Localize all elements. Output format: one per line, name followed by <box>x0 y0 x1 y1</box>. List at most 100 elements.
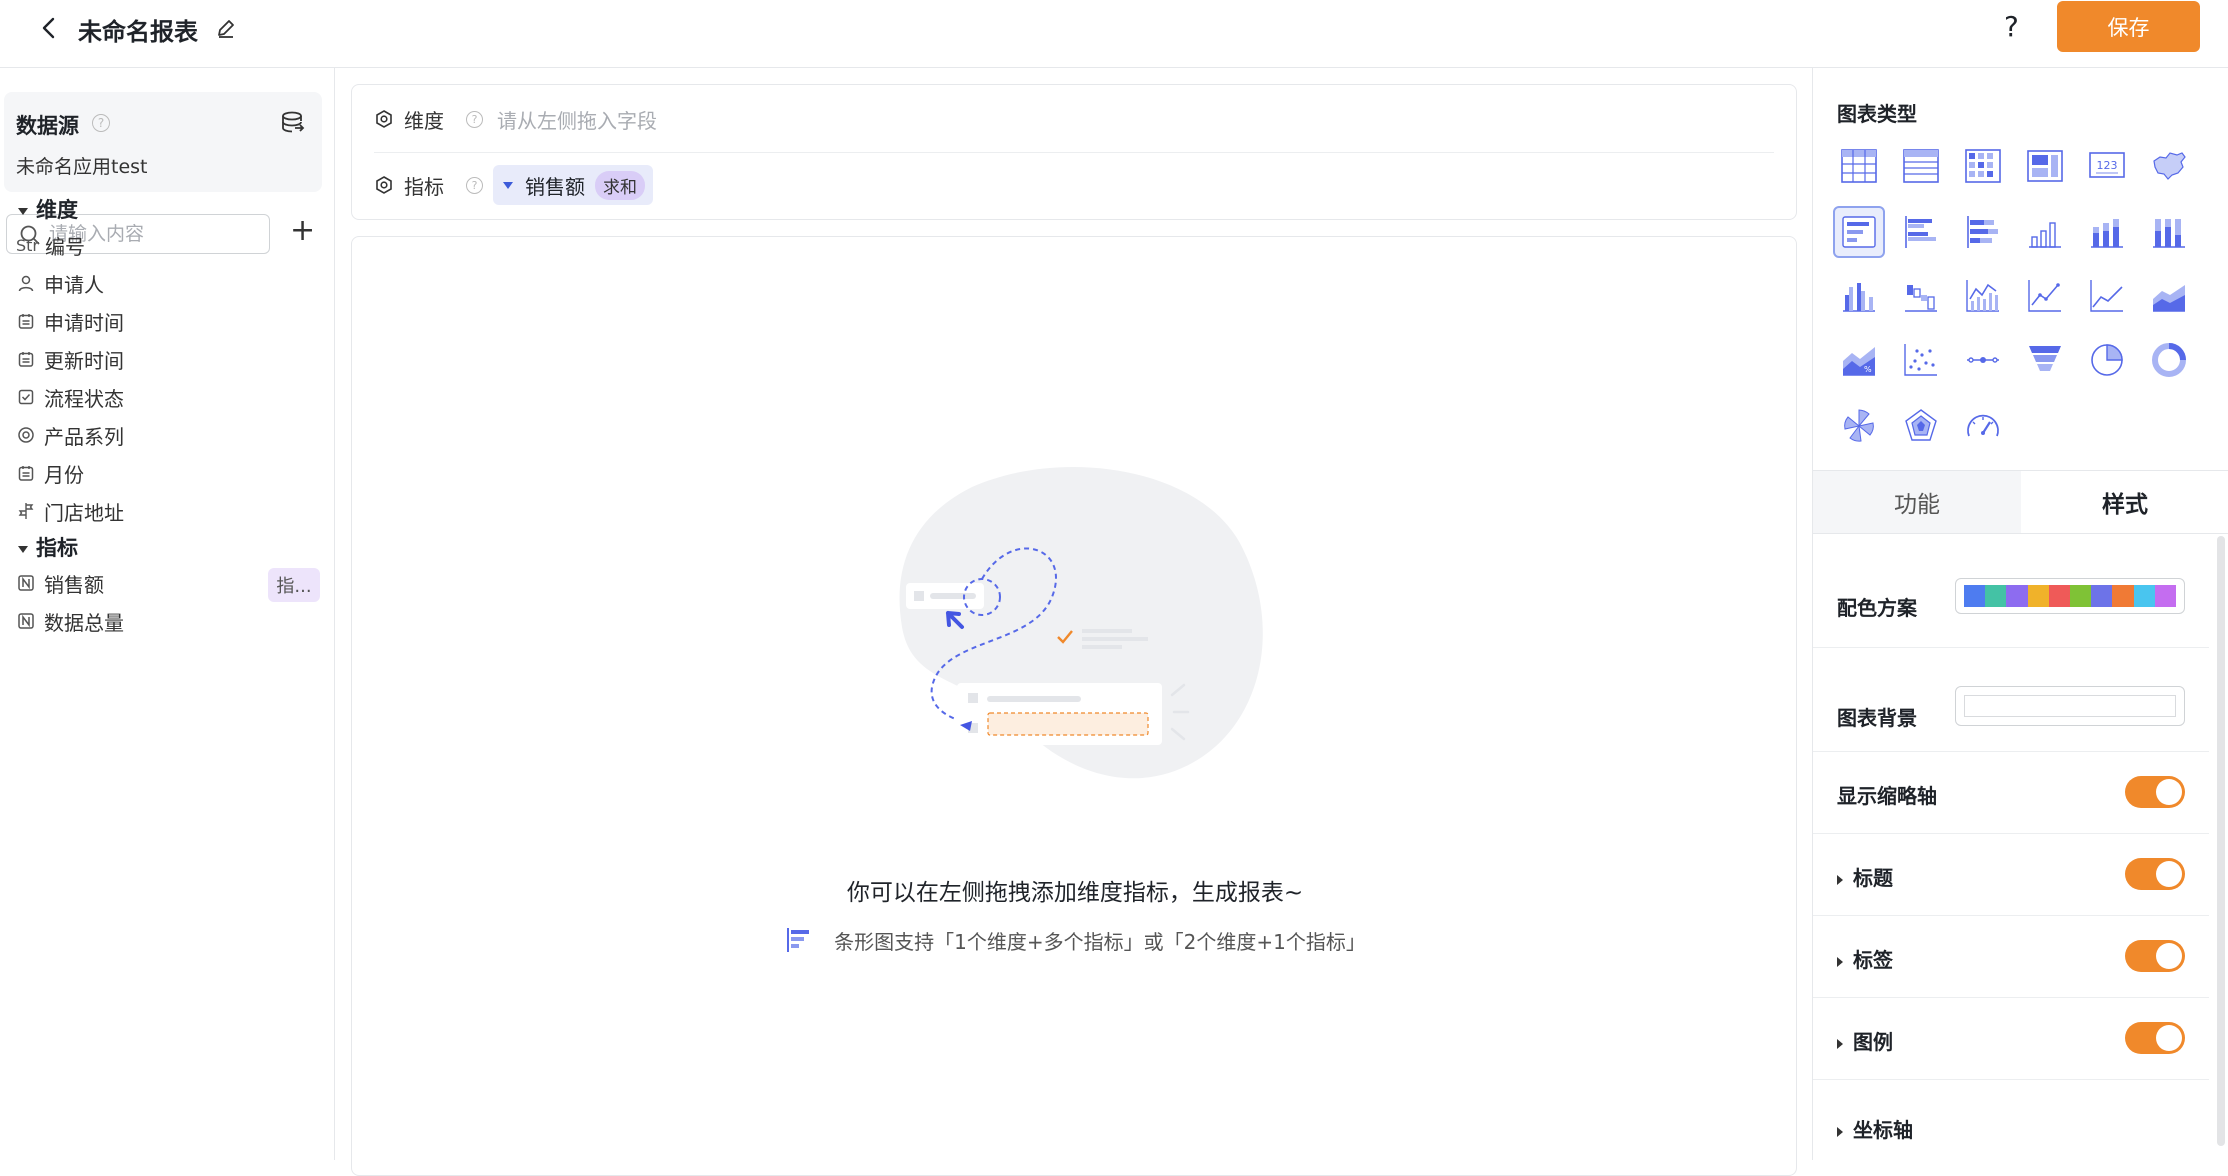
palette-swatch <box>2048 585 2071 607</box>
help-icon[interactable]: ? <box>466 110 483 128</box>
dimension-field-process-status[interactable]: 流程状态 <box>16 382 124 412</box>
dimension-section-header[interactable]: 维度 <box>18 194 78 224</box>
empty-state-text: 你可以在左侧拖拽添加维度指标，生成报表~ <box>846 880 1304 906</box>
metric-drop-row[interactable]: 指标 ? 销售额 求和 <box>374 165 653 205</box>
color-scheme-row: 配色方案 <box>1813 564 2209 648</box>
palette-swatch <box>2027 585 2049 607</box>
chart-type-column-grouped[interactable] <box>1833 270 1885 322</box>
metric-chip-name: 销售额 <box>525 174 585 199</box>
help-icon[interactable]: ? <box>466 176 483 194</box>
axis-row[interactable]: 坐标轴 <box>1813 1080 2209 1160</box>
metric-field-sales[interactable]: 销售额 <box>16 568 104 598</box>
title-section-label: 标题 <box>1837 862 1893 891</box>
waterfall-icon <box>1905 285 1937 312</box>
caret-right-icon <box>1837 1126 1843 1137</box>
thumbnail-axis-toggle[interactable] <box>2125 776 2185 808</box>
chart-type-waterfall[interactable] <box>1895 270 1947 322</box>
tab-style[interactable]: 样式 <box>2021 471 2228 533</box>
dimension-field-store-address[interactable]: 门店地址 <box>16 496 124 526</box>
chart-type-radar[interactable] <box>1895 400 1947 452</box>
color-scheme-label: 配色方案 <box>1837 596 1917 620</box>
add-field-button[interactable]: + <box>290 216 315 246</box>
chart-background-row: 图表背景 <box>1813 672 2209 752</box>
radar-icon <box>1905 409 1937 441</box>
chart-type-area-stacked[interactable] <box>2143 270 2195 322</box>
chart-type-column-percent[interactable] <box>2143 206 2195 258</box>
metric-chip-sales[interactable]: 销售额 求和 <box>493 165 653 205</box>
checkbox-icon <box>16 387 36 407</box>
title-row[interactable]: 标题 <box>1813 834 2209 916</box>
settings-tabs: 功能 样式 <box>1813 470 2228 534</box>
datasource-name: 未命名应用test <box>16 156 148 178</box>
tab-function[interactable]: 功能 <box>1813 471 2021 533</box>
chart-type-table[interactable] <box>1833 140 1885 192</box>
chart-type-scatter[interactable] <box>1895 334 1947 386</box>
settings-scrollbar[interactable] <box>2217 536 2225 1146</box>
title-toggle[interactable] <box>2125 858 2185 890</box>
chart-type-timeline[interactable] <box>1957 334 2009 386</box>
chart-hint-text: 条形图支持「1个维度+多个指标」或「2个维度+1个指标」 <box>834 929 1366 954</box>
chart-type-line[interactable] <box>2019 270 2071 322</box>
shelf-divider <box>374 152 1774 153</box>
dimension-field-applicant[interactable]: 申请人 <box>16 268 104 298</box>
chart-type-funnel[interactable] <box>2019 334 2071 386</box>
calendar-icon <box>16 463 36 483</box>
bar-chart-icon <box>787 928 810 952</box>
dimension-field-update-time[interactable]: 更新时间 <box>16 344 124 374</box>
metric-section-header[interactable]: 指标 <box>18 532 78 562</box>
dimension-field-month[interactable]: 月份 <box>16 458 84 488</box>
chart-type-pie[interactable] <box>2081 334 2133 386</box>
chart-type-gauge[interactable] <box>1957 400 2009 452</box>
legend-row[interactable]: 图例 <box>1813 998 2209 1080</box>
metric-field-total-count[interactable]: 数据总量 <box>16 606 124 636</box>
thumbnail-axis-label: 显示缩略轴 <box>1837 784 1937 808</box>
chart-type-column-stacked[interactable] <box>2081 206 2133 258</box>
chart-background-label: 图表背景 <box>1837 706 1917 730</box>
chart-type-cards[interactable] <box>2019 140 2071 192</box>
label-row[interactable]: 标签 <box>1813 916 2209 998</box>
aggregation-badge[interactable]: 求和 <box>595 170 645 200</box>
chart-type-bar-stacked-horizontal[interactable] <box>1957 206 2009 258</box>
chart-type-cross-table[interactable] <box>1957 140 2009 192</box>
datasource-card[interactable]: 数据源 ? 未命名应用test <box>4 92 322 192</box>
dimension-field-product-series[interactable]: 产品系列 <box>16 420 124 450</box>
label-toggle[interactable] <box>2125 940 2185 972</box>
chart-type-bar-horizontal[interactable] <box>1833 206 1885 258</box>
chart-type-kpi-number[interactable]: 123 <box>2081 140 2133 192</box>
caret-right-icon <box>1837 1038 1843 1049</box>
chart-type-area-percent[interactable]: % <box>1833 334 1885 386</box>
dimension-drop-label: 维度 <box>404 108 444 133</box>
axis-section-label: 坐标轴 <box>1837 1114 1913 1143</box>
chart-background-picker[interactable] <box>1955 686 2185 726</box>
chart-type-column[interactable] <box>2019 206 2071 258</box>
chart-type-combo-line-bar[interactable] <box>1957 270 2009 322</box>
dimension-section-title: 维度 <box>36 198 78 222</box>
edit-title-button[interactable] <box>214 16 238 40</box>
chart-type-map[interactable] <box>2143 140 2195 192</box>
top-header: 未命名报表 ? 保存 <box>0 0 2228 68</box>
save-button[interactable]: 保存 <box>2057 1 2200 52</box>
chart-type-donut[interactable] <box>2143 334 2195 386</box>
calendar-icon <box>16 311 36 331</box>
dimension-field-apply-time[interactable]: 申请时间 <box>16 306 124 336</box>
help-button[interactable]: ? <box>2004 10 2019 43</box>
color-scheme-picker[interactable] <box>1955 578 2185 614</box>
palette-swatch <box>2070 585 2092 607</box>
legend-toggle[interactable] <box>2125 1022 2185 1054</box>
dimension-icon <box>376 110 392 128</box>
dimension-field-id[interactable]: Str 编号 <box>16 230 85 260</box>
dimension-drop-row[interactable]: 维度 ? 请从左侧拖入字段 <box>374 101 657 137</box>
chart-type-area[interactable] <box>2081 270 2133 322</box>
palette-swatch <box>1985 585 2007 607</box>
toggle-knob <box>2156 861 2182 887</box>
chart-type-rose[interactable] <box>1833 400 1885 452</box>
bar-horizontal-icon <box>1842 216 1876 248</box>
chart-type-bar-grouped-horizontal[interactable] <box>1895 206 1947 258</box>
caret-down-icon[interactable] <box>503 181 513 189</box>
help-icon[interactable]: ? <box>92 114 110 132</box>
caret-down-icon <box>18 545 28 553</box>
chart-type-detail-table[interactable] <box>1895 140 1947 192</box>
metric-section-title: 指标 <box>36 536 78 560</box>
database-switch-button[interactable] <box>280 110 306 136</box>
back-button[interactable] <box>36 14 64 42</box>
